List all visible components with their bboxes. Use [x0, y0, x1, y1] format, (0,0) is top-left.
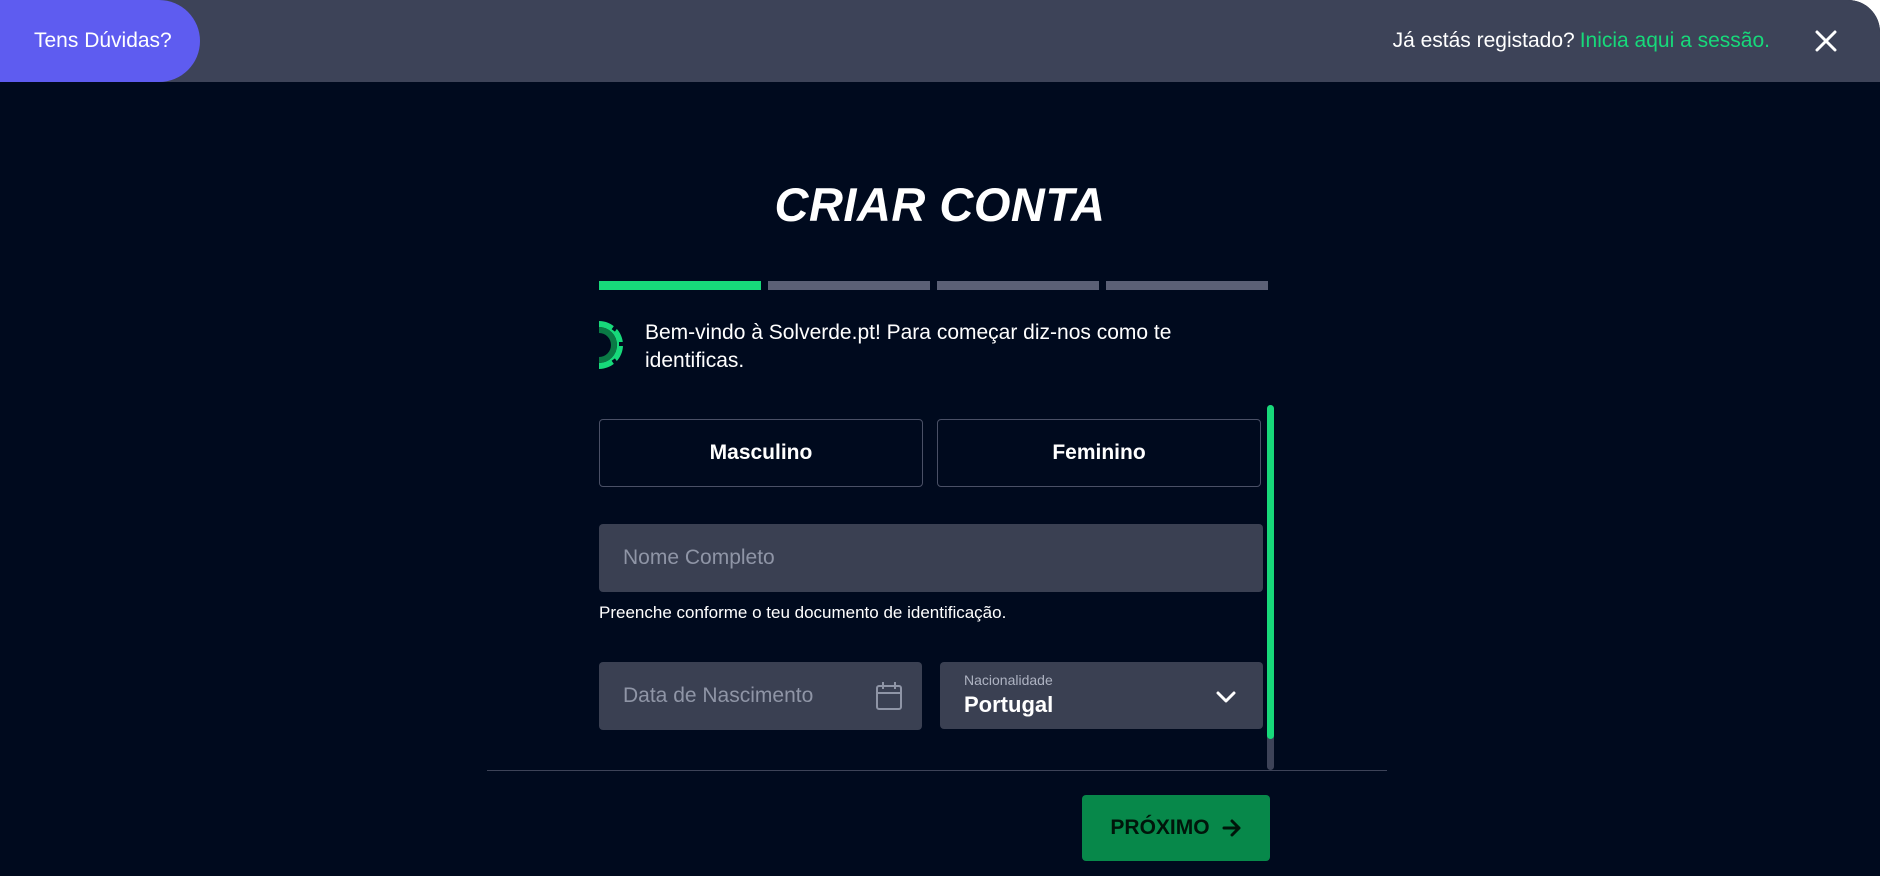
nationality-select[interactable]: Nacionalidade Portugal	[940, 662, 1263, 729]
step-1-indicator	[599, 281, 761, 290]
next-button[interactable]: PRÓXIMO	[1082, 795, 1270, 861]
full-name-helper: Preenche conforme o teu documento de ide…	[599, 603, 1007, 622]
gender-option-female[interactable]: Feminino	[937, 419, 1261, 487]
signup-window: Tens Dúvidas? Já estás registado? Inicia…	[0, 0, 1880, 876]
login-prompt: Já estás registado? Inicia aqui a sessão…	[1393, 0, 1770, 82]
form-scrollbar-thumb[interactable]	[1267, 405, 1274, 739]
next-button-label: PRÓXIMO	[1110, 816, 1210, 839]
form-area: Masculino Feminino Nome Completo Preench…	[599, 405, 1275, 770]
arrow-right-icon	[1222, 819, 1241, 837]
close-icon	[1815, 30, 1837, 52]
step-2-indicator	[768, 281, 930, 290]
login-prompt-text: Já estás registado?	[1392, 29, 1575, 52]
step-3-indicator	[937, 281, 1099, 290]
nationality-value: Portugal	[964, 692, 1054, 717]
birth-date-input[interactable]: Data de Nascimento	[599, 662, 922, 730]
login-link[interactable]: Inicia aqui a sessão.	[1580, 29, 1770, 53]
gender-option-label: Masculino	[709, 441, 813, 464]
intro-message: Bem-vindo à Solverde.pt! Para começar di…	[599, 319, 1219, 375]
help-button[interactable]: Tens Dúvidas?	[0, 0, 200, 82]
chip-icon	[599, 321, 625, 369]
calendar-icon[interactable]	[875, 681, 903, 711]
step-progress	[599, 281, 1268, 290]
page-title: CRIAR CONTA	[774, 178, 1106, 231]
close-button[interactable]	[1810, 25, 1842, 57]
chevron-down-icon	[1216, 691, 1236, 703]
full-name-placeholder: Nome Completo	[623, 546, 775, 569]
birth-date-placeholder: Data de Nascimento	[623, 684, 814, 707]
form-scrollbar[interactable]	[1267, 405, 1274, 770]
intro-text: Bem-vindo à Solverde.pt! Para começar di…	[645, 321, 1172, 372]
top-bar: Tens Dúvidas? Já estás registado? Inicia…	[0, 0, 1880, 82]
nationality-label: Nacionalidade	[964, 672, 1053, 688]
step-4-indicator	[1106, 281, 1268, 290]
footer-divider	[487, 770, 1387, 771]
gender-option-male[interactable]: Masculino	[599, 419, 923, 487]
gender-option-label: Feminino	[1052, 441, 1146, 464]
help-button-label: Tens Dúvidas?	[34, 29, 172, 52]
full-name-input[interactable]: Nome Completo	[599, 524, 1263, 592]
